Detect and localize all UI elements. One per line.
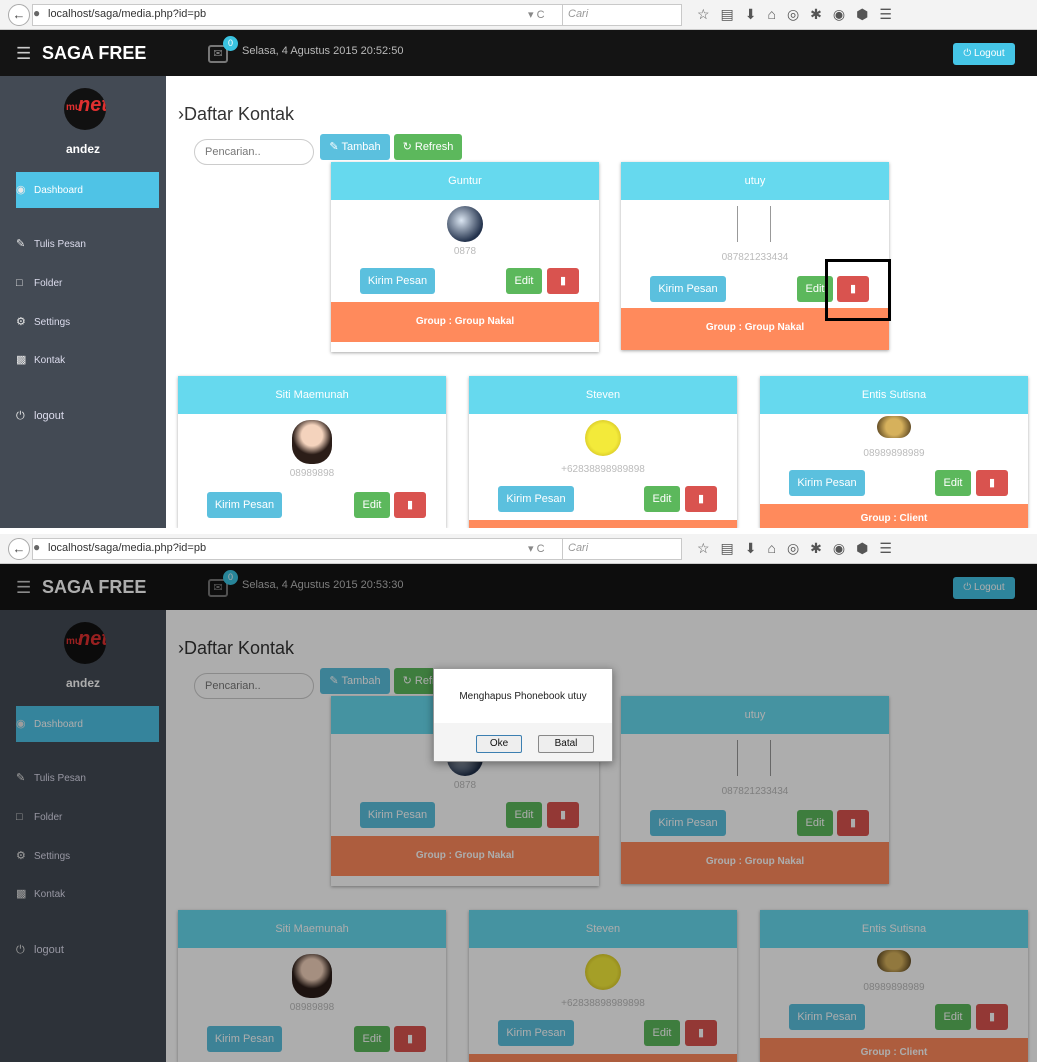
screenshot-delete-confirmation: ← ● localhost/saga/media.php?id=pb ▾ C C… (0, 534, 1037, 1062)
sidebar-item-dashboard[interactable]: ◉ Dashboard (16, 172, 159, 208)
ok-button[interactable]: Oke (476, 735, 522, 753)
refresh-label: Refresh (414, 141, 454, 153)
sidebar-item-folder[interactable]: □ Folder (0, 265, 166, 301)
contact-group: Group : Group Nakal (331, 302, 599, 342)
power-icon: ⏻ (16, 410, 25, 422)
edit-button[interactable]: Edit (354, 492, 390, 518)
contact-card: Siti Maemunah 08989898 Kirim Pesan Edit … (178, 376, 446, 528)
globe-icon: ● (33, 6, 41, 20)
contact-group-strip (469, 520, 737, 528)
contact-photo (447, 206, 483, 242)
browser-tool-icons[interactable]: ☆▤⬇⌂◎✱◉⬢☰ (697, 6, 903, 23)
add-contact-button[interactable]: ✎ Tambah (320, 134, 390, 160)
send-message-button[interactable]: Kirim Pesan (650, 276, 726, 302)
sidebar-item-label: Kontak (34, 355, 66, 366)
page-title: ›Daftar Kontak (178, 104, 295, 124)
contact-photo (585, 420, 621, 456)
sidebar-item-label: Folder (34, 278, 63, 289)
add-label: Tambah (341, 141, 381, 153)
send-message-button[interactable]: Kirim Pesan (498, 486, 574, 512)
refresh-button[interactable]: ↻ Refresh (394, 134, 462, 160)
delete-button[interactable]: ▮ (685, 486, 717, 512)
trash-icon: ▮ (559, 275, 567, 287)
delete-button[interactable]: ▮ (976, 470, 1008, 496)
contact-card: Steven +62838898989898 Kirim Pesan Edit … (469, 376, 737, 528)
back-arrow-icon[interactable]: ← (8, 538, 30, 560)
contact-name: utuy (621, 162, 889, 200)
sidebar-item-label: Tulis Pesan (34, 239, 86, 250)
back-arrow-icon[interactable]: ← (8, 4, 30, 26)
contact-name: Siti Maemunah (178, 376, 446, 414)
browser-search-placeholder: Cari (568, 542, 589, 554)
datetime: Selasa, 4 Agustus 2015 20:52:50 (242, 45, 404, 57)
logout-button[interactable]: ⏻ Logout (953, 43, 1015, 65)
dialog-message: Menghapus Phonebook utuy (459, 691, 587, 702)
trash-icon: ▮ (697, 493, 705, 505)
edit-button[interactable]: Edit (935, 470, 971, 496)
edit-button[interactable]: Edit (506, 268, 542, 294)
sidebar: mu net andez ◉ Dashboard ✎ Tulis Pesan □ Fol… (0, 76, 166, 528)
contact-phone: +62838898989898 (561, 464, 645, 475)
mail-count-badge: 0 (223, 36, 238, 51)
trash-icon: ▮ (406, 499, 414, 511)
browser-tool-icons[interactable]: ☆▤⬇⌂◎✱◉⬢☰ (697, 540, 903, 557)
brand-title: SAGA FREE (42, 43, 147, 63)
sidebar-item-tulis-pesan[interactable]: ✎ Tulis Pesan (0, 226, 166, 262)
edit-button[interactable]: Edit (644, 486, 680, 512)
contact-phone: 08989898989 (863, 448, 925, 459)
book-icon: ▩ (16, 354, 27, 366)
contact-card: utuy 087821233434 Kirim Pesan Edit ▮ Gro… (621, 162, 889, 350)
sidebar-item-label: Settings (34, 317, 71, 328)
sidebar-item-label: logout (34, 410, 64, 422)
avatar: mu net (64, 88, 106, 130)
contact-photo (292, 420, 332, 464)
folder-icon: □ (16, 277, 23, 289)
browser-search-placeholder: Cari (568, 8, 589, 20)
contact-card: Entis Sutisna 08989898989 Kirim Pesan Ed… (760, 376, 1028, 528)
contact-name: Steven (469, 376, 737, 414)
delete-button[interactable]: ▮ (394, 492, 426, 518)
contact-group: Group : Client (760, 504, 1028, 528)
sidebar-item-kontak[interactable]: ▩ Kontak (0, 342, 166, 378)
menu-icon[interactable]: ☰ (16, 44, 31, 64)
confirm-dialog: Menghapus Phonebook utuy Oke Batal (433, 668, 613, 762)
globe-icon: ● (33, 540, 41, 554)
logout-label: Logout (974, 48, 1005, 59)
contact-card: Guntur 0878 Kirim Pesan Edit ▮ Group : G… (331, 162, 599, 352)
screenshot-before-delete: ← ● localhost/saga/media.php?id=pb ▾ C C… (0, 0, 1037, 528)
reload-icon[interactable]: ▾ C (528, 542, 545, 555)
cancel-button[interactable]: Batal (538, 735, 594, 753)
search-input[interactable]: Pencarian.. (194, 139, 314, 165)
username: andez (65, 142, 100, 156)
broken-image-icon (737, 206, 771, 242)
send-message-button[interactable]: Kirim Pesan (207, 492, 282, 518)
app-header: ☰ SAGA FREE ✉ 0 Selasa, 4 Agustus 2015 2… (0, 30, 1037, 76)
contact-name: Entis Sutisna (760, 376, 1028, 414)
modal-overlay (0, 564, 1037, 1062)
address-url: localhost/saga/media.php?id=pb (48, 8, 207, 20)
contact-phone: 0878 (453, 246, 477, 257)
pencil-icon: ✎ (16, 238, 26, 250)
trash-icon: ▮ (988, 477, 996, 489)
contact-name: Guntur (331, 162, 599, 200)
contact-phone: 08989898 (289, 468, 335, 479)
browser-toolbar: ← ● localhost/saga/media.php?id=pb ▾ C C… (0, 0, 1037, 30)
delete-button-highlight (825, 259, 891, 321)
sidebar-item-logout[interactable]: ⏻ logout (0, 398, 166, 434)
address-url: localhost/saga/media.php?id=pb (48, 542, 207, 554)
browser-toolbar: ← ● localhost/saga/media.php?id=pb ▾ C C… (0, 534, 1037, 564)
send-message-button[interactable]: Kirim Pesan (360, 268, 435, 294)
reload-icon[interactable]: ▾ C (528, 8, 545, 21)
sidebar-item-label: Dashboard (34, 185, 83, 196)
delete-button[interactable]: ▮ (547, 268, 579, 294)
send-message-button[interactable]: Kirim Pesan (789, 470, 865, 496)
contact-photo (877, 416, 911, 438)
dashboard-icon: ◉ (16, 184, 26, 196)
gear-icon: ⚙ (16, 316, 26, 328)
sidebar-item-settings[interactable]: ⚙ Settings (0, 304, 166, 340)
